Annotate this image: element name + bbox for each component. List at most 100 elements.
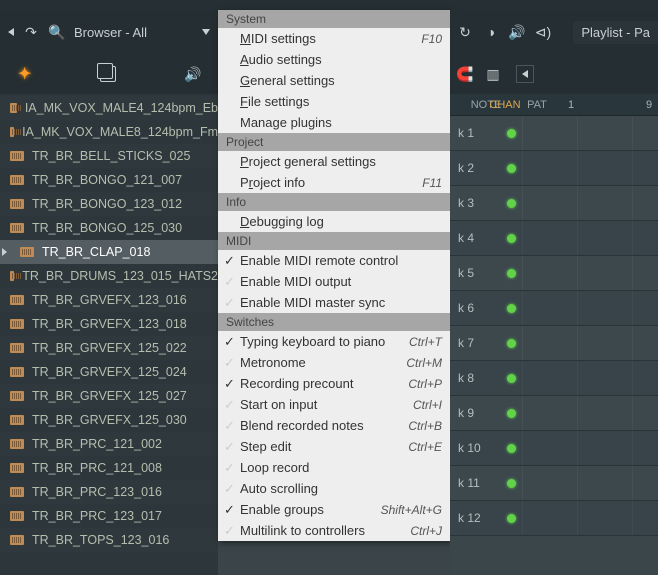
file-row[interactable]: TR_BR_PRC_121_008 [0, 456, 218, 480]
menu-item[interactable]: Project general settings [218, 151, 450, 172]
add-icon[interactable]: ✦ [18, 64, 31, 84]
menu-item[interactable]: Step editCtrl+E [218, 436, 450, 457]
file-row[interactable]: TR_BR_GRVEFX_123_018 [0, 312, 218, 336]
menu-item-label: Step edit [240, 439, 408, 454]
menu-item[interactable]: Audio settings [218, 49, 450, 70]
file-row[interactable]: IA_MK_VOX_MALE8_124bpm_Fm [0, 120, 218, 144]
menu-item-label: General settings [240, 73, 442, 88]
track-row[interactable]: k 8 [450, 361, 658, 396]
file-row[interactable]: TR_BR_CLAP_018 [0, 240, 218, 264]
menu-item-label: Enable MIDI remote control [240, 253, 442, 268]
track-grid[interactable] [522, 326, 658, 360]
track-grid[interactable] [522, 431, 658, 465]
track-enabled-indicator[interactable] [507, 164, 516, 173]
menu-item[interactable]: MetronomeCtrl+M [218, 352, 450, 373]
track-grid[interactable] [522, 291, 658, 325]
file-row[interactable]: TR_BR_TOPS_123_016 [0, 528, 218, 552]
magnet-icon[interactable]: 🧲 [456, 65, 474, 83]
file-row[interactable]: TR_BR_GRVEFX_125_027 [0, 384, 218, 408]
track-row[interactable]: k 10 [450, 431, 658, 466]
track-grid[interactable] [522, 256, 658, 290]
file-row[interactable]: TR_BR_PRC_123_017 [0, 504, 218, 528]
file-row[interactable]: TR_BR_PRC_123_016 [0, 480, 218, 504]
preview-audio-icon[interactable] [184, 66, 200, 82]
track-grid[interactable] [522, 116, 658, 150]
track-enabled-indicator[interactable] [507, 514, 516, 523]
file-row[interactable]: TR_BR_GRVEFX_125_024 [0, 360, 218, 384]
copy-icon[interactable] [100, 66, 116, 82]
file-row[interactable]: TR_BR_DRUMS_123_015_HATS2 [0, 264, 218, 288]
audio-file-icon [10, 175, 24, 185]
track-enabled-indicator[interactable] [507, 269, 516, 278]
forward-icon[interactable]: ↷ [22, 23, 40, 41]
track-grid[interactable] [522, 151, 658, 185]
track-row[interactable]: k 1 [450, 116, 658, 151]
menu-item[interactable]: File settings [218, 91, 450, 112]
file-name: TR_BR_PRC_123_017 [32, 509, 162, 523]
track-enabled-indicator[interactable] [507, 129, 516, 138]
search-icon[interactable]: 🔍 [48, 23, 66, 41]
track-enabled-indicator[interactable] [507, 304, 516, 313]
volume-icon[interactable]: 🔊 [508, 23, 526, 41]
file-row[interactable]: TR_BR_BONGO_121_007 [0, 168, 218, 192]
track-label: k 2 [450, 161, 522, 175]
track-row[interactable]: k 2 [450, 151, 658, 186]
menu-item[interactable]: General settings [218, 70, 450, 91]
menu-item[interactable]: Debugging log [218, 211, 450, 232]
track-row[interactable]: k 9 [450, 396, 658, 431]
menu-item[interactable]: Enable MIDI remote control [218, 250, 450, 271]
file-row[interactable]: TR_BR_BONGO_125_030 [0, 216, 218, 240]
menu-item[interactable]: Multilink to controllersCtrl+J [218, 520, 450, 541]
track-row[interactable]: k 4 [450, 221, 658, 256]
menu-item[interactable]: Project infoF11 [218, 172, 450, 193]
menu-item-shortcut: Ctrl+J [410, 524, 442, 538]
file-row[interactable]: TR_BR_GRVEFX_123_016 [0, 288, 218, 312]
track-grid[interactable] [522, 466, 658, 500]
menu-item[interactable]: Enable MIDI master sync [218, 292, 450, 313]
menu-item[interactable]: Recording precountCtrl+P [218, 373, 450, 394]
ruler-pat[interactable]: PAT [522, 99, 552, 111]
track-row[interactable]: k 5 [450, 256, 658, 291]
track-row[interactable]: k 11 [450, 466, 658, 501]
dropdown-icon[interactable] [202, 29, 210, 35]
track-enabled-indicator[interactable] [507, 374, 516, 383]
track-row[interactable]: k 3 [450, 186, 658, 221]
track-enabled-indicator[interactable] [507, 234, 516, 243]
file-row[interactable]: TR_BR_BELL_STICKS_025 [0, 144, 218, 168]
track-enabled-indicator[interactable] [507, 479, 516, 488]
menu-item[interactable]: Blend recorded notesCtrl+B [218, 415, 450, 436]
track-grid[interactable] [522, 186, 658, 220]
track-grid[interactable] [522, 221, 658, 255]
menu-item[interactable]: Manage plugins [218, 112, 450, 133]
keyboard-icon[interactable]: ▥ [484, 65, 502, 83]
track-grid[interactable] [522, 501, 658, 535]
menu-item[interactable]: Enable MIDI output [218, 271, 450, 292]
track-grid[interactable] [522, 396, 658, 430]
menu-item[interactable]: Typing keyboard to pianoCtrl+T [218, 331, 450, 352]
speaker-icon[interactable]: ⊲) [534, 23, 552, 41]
ruler-chan[interactable]: CHAN [486, 99, 524, 111]
menu-item[interactable]: Auto scrolling [218, 478, 450, 499]
file-row[interactable]: TR_BR_GRVEFX_125_030 [0, 408, 218, 432]
menu-item[interactable]: Start on inputCtrl+I [218, 394, 450, 415]
track-enabled-indicator[interactable] [507, 409, 516, 418]
track-enabled-indicator[interactable] [507, 199, 516, 208]
refresh-icon[interactable]: ↻ [456, 23, 474, 41]
file-row[interactable]: IA_MK_VOX_MALE4_124bpm_Eb [0, 96, 218, 120]
menu-item[interactable]: MIDI settingsF10 [218, 28, 450, 49]
file-row[interactable]: TR_BR_BONGO_123_012 [0, 192, 218, 216]
track-row[interactable]: k 6 [450, 291, 658, 326]
menu-item[interactable]: Enable groupsShift+Alt+G [218, 499, 450, 520]
file-row[interactable]: TR_BR_GRVEFX_125_022 [0, 336, 218, 360]
menu-item[interactable]: Loop record [218, 457, 450, 478]
track-grid[interactable] [522, 361, 658, 395]
track-row[interactable]: k 12 [450, 501, 658, 536]
track-row[interactable]: k 7 [450, 326, 658, 361]
knob-icon[interactable]: ◑ [482, 23, 500, 41]
track-enabled-indicator[interactable] [507, 339, 516, 348]
back-icon[interactable] [8, 28, 14, 36]
scroll-left-button[interactable] [516, 65, 534, 83]
track-enabled-indicator[interactable] [507, 444, 516, 453]
file-row[interactable]: TR_BR_PRC_121_002 [0, 432, 218, 456]
audio-file-icon [10, 223, 24, 233]
